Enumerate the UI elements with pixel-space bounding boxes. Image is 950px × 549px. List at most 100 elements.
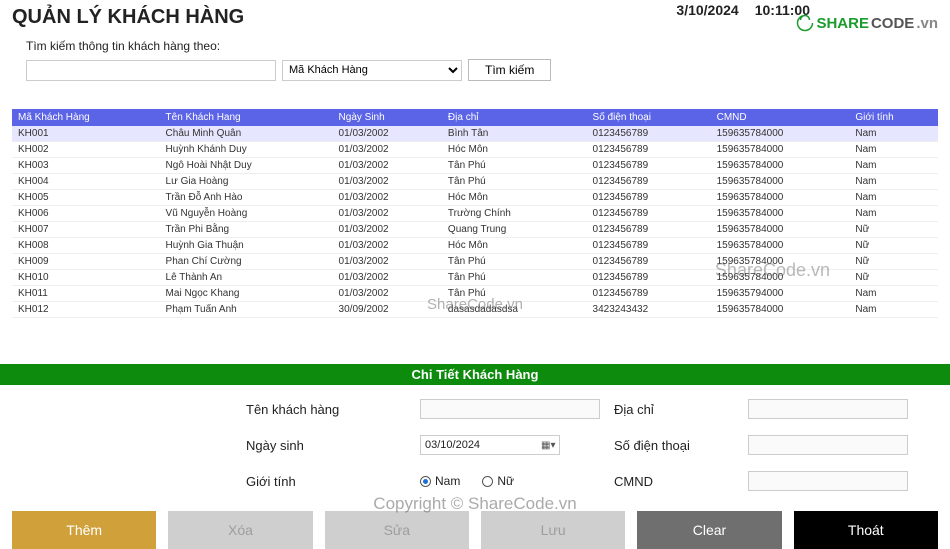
cell-sex: Nữ [849,270,938,286]
column-header[interactable]: Giới tính [849,109,938,126]
date-label: 3/10/2024 [676,2,738,18]
table-row[interactable]: KH007Trần Phi Bằng01/03/2002Quang Trung0… [12,222,938,238]
search-filter-select[interactable]: Mã Khách Hàng [282,60,462,81]
cell-sex: Nam [849,158,938,174]
cmnd-field[interactable] [748,471,908,491]
cell-name: Huỳnh Gia Thuận [160,238,333,254]
cell-phone: 0123456789 [587,206,711,222]
logo-vn: .vn [916,15,938,32]
cell-name: Phan Chí Cường [160,254,333,270]
column-header[interactable]: Mã Khách Hàng [12,109,160,126]
table-row[interactable]: KH003Ngô Hoài Nhật Duy01/03/2002Tân Phú0… [12,158,938,174]
cell-name: Phạm Tuấn Anh [160,302,333,318]
cell-phone: 0123456789 [587,142,711,158]
table-row[interactable]: KH005Trần Đỗ Anh Hào01/03/2002Hóc Môn012… [12,190,938,206]
edit-button[interactable]: Sửa [325,511,469,549]
cell-cmnd: 159635794000 [711,286,850,302]
cell-cmnd: 159635784000 [711,206,850,222]
table-row[interactable]: KH001Châu Minh Quân01/03/2002Bình Tân012… [12,126,938,142]
search-input[interactable] [26,60,276,81]
cell-phone: 0123456789 [587,238,711,254]
cell-sex: Nam [849,126,938,142]
brand-logo: SHARECODE.vn [796,14,938,32]
name-field[interactable] [420,399,600,419]
radio-female[interactable]: Nữ [482,474,514,488]
cell-phone: 3423243432 [587,302,711,318]
label-dob: Ngày sinh [246,438,406,453]
calendar-icon: ▦▾ [541,440,555,451]
cell-sex: Nữ [849,222,938,238]
delete-button[interactable]: Xóa [168,511,312,549]
customer-table: Mã Khách HàngTên Khách HangNgày SinhĐịa … [12,109,938,318]
cell-dob: 01/03/2002 [333,174,442,190]
dob-value: 03/10/2024 [425,439,480,451]
cell-addr: Hóc Môn [442,238,587,254]
column-header[interactable]: CMND [711,109,850,126]
cell-id: KH009 [12,254,160,270]
cell-dob: 01/03/2002 [333,206,442,222]
column-header[interactable]: Địa chỉ [442,109,587,126]
cell-phone: 0123456789 [587,222,711,238]
cell-addr: Bình Tân [442,126,587,142]
radio-icon [482,476,493,487]
cell-name: Mai Ngọc Khang [160,286,333,302]
cell-cmnd: 159635784000 [711,222,850,238]
phone-field[interactable] [748,435,908,455]
label-name: Tên khách hàng [246,402,406,417]
addr-field[interactable] [748,399,908,419]
clear-button[interactable]: Clear [637,511,781,549]
exit-button[interactable]: Thoát [794,511,938,549]
search-button[interactable]: Tìm kiếm [468,59,551,81]
radio-male[interactable]: Nam [420,474,460,488]
detail-title-band: Chi Tiết Khách Hàng [0,364,950,385]
column-header[interactable]: Tên Khách Hang [160,109,333,126]
column-header[interactable]: Số điện thoại [587,109,711,126]
logo-swirl-icon [796,14,814,32]
search-label: Tìm kiếm thông tin khách hàng theo: [26,39,924,53]
watermark-copyright: Copyright © ShareCode.vn [373,494,576,514]
cell-addr: Tân Phú [442,174,587,190]
logo-code: CODE [871,15,914,32]
cell-cmnd: 159635784000 [711,174,850,190]
dob-field[interactable]: 03/10/2024 ▦▾ [420,435,560,455]
cell-phone: 0123456789 [587,286,711,302]
cell-id: KH003 [12,158,160,174]
cell-id: KH007 [12,222,160,238]
cell-cmnd: 159635784000 [711,190,850,206]
cell-name: Ngô Hoài Nhật Duy [160,158,333,174]
cell-phone: 0123456789 [587,270,711,286]
cell-sex: Nam [849,302,938,318]
table-row[interactable]: KH002Huỳnh Khánh Duy01/03/2002Hóc Môn012… [12,142,938,158]
radio-icon [420,476,431,487]
label-phone: Số điện thoại [614,438,734,453]
cell-addr: Tân Phú [442,254,587,270]
header: QUẢN LÝ KHÁCH HÀNG 3/10/2024 10:11:00 SH… [0,0,950,29]
save-button[interactable]: Lưu [481,511,625,549]
table-row[interactable]: KH004Lư Gia Hoàng01/03/2002Tân Phú012345… [12,174,938,190]
cell-cmnd: 159635784000 [711,302,850,318]
cell-sex: Nam [849,206,938,222]
cell-sex: Nam [849,142,938,158]
watermark-text: ShareCode.vn [715,260,830,281]
cell-sex: Nam [849,286,938,302]
date-time: 3/10/2024 10:11:00 [676,2,810,18]
cell-name: Lư Gia Hoàng [160,174,333,190]
add-button[interactable]: Thêm [12,511,156,549]
cell-name: Trần Phi Bằng [160,222,333,238]
cell-id: KH005 [12,190,160,206]
cell-id: KH012 [12,302,160,318]
label-addr: Địa chỉ [614,402,734,417]
cell-dob: 01/03/2002 [333,142,442,158]
cell-dob: 01/03/2002 [333,158,442,174]
table-row[interactable]: KH008Huỳnh Gia Thuận01/03/2002Hóc Môn012… [12,238,938,254]
cell-dob: 01/03/2002 [333,126,442,142]
label-sex: Giới tính [246,474,406,489]
cell-addr: Trường Chính [442,206,587,222]
column-header[interactable]: Ngày Sinh [333,109,442,126]
cell-id: KH001 [12,126,160,142]
watermark-text: ShareCode.vn [427,296,523,313]
cell-name: Lê Thành An [160,270,333,286]
cell-name: Châu Minh Quân [160,126,333,142]
table-row[interactable]: KH006Vũ Nguyễn Hoàng01/03/2002Trường Chí… [12,206,938,222]
label-cmnd: CMND [614,474,734,489]
